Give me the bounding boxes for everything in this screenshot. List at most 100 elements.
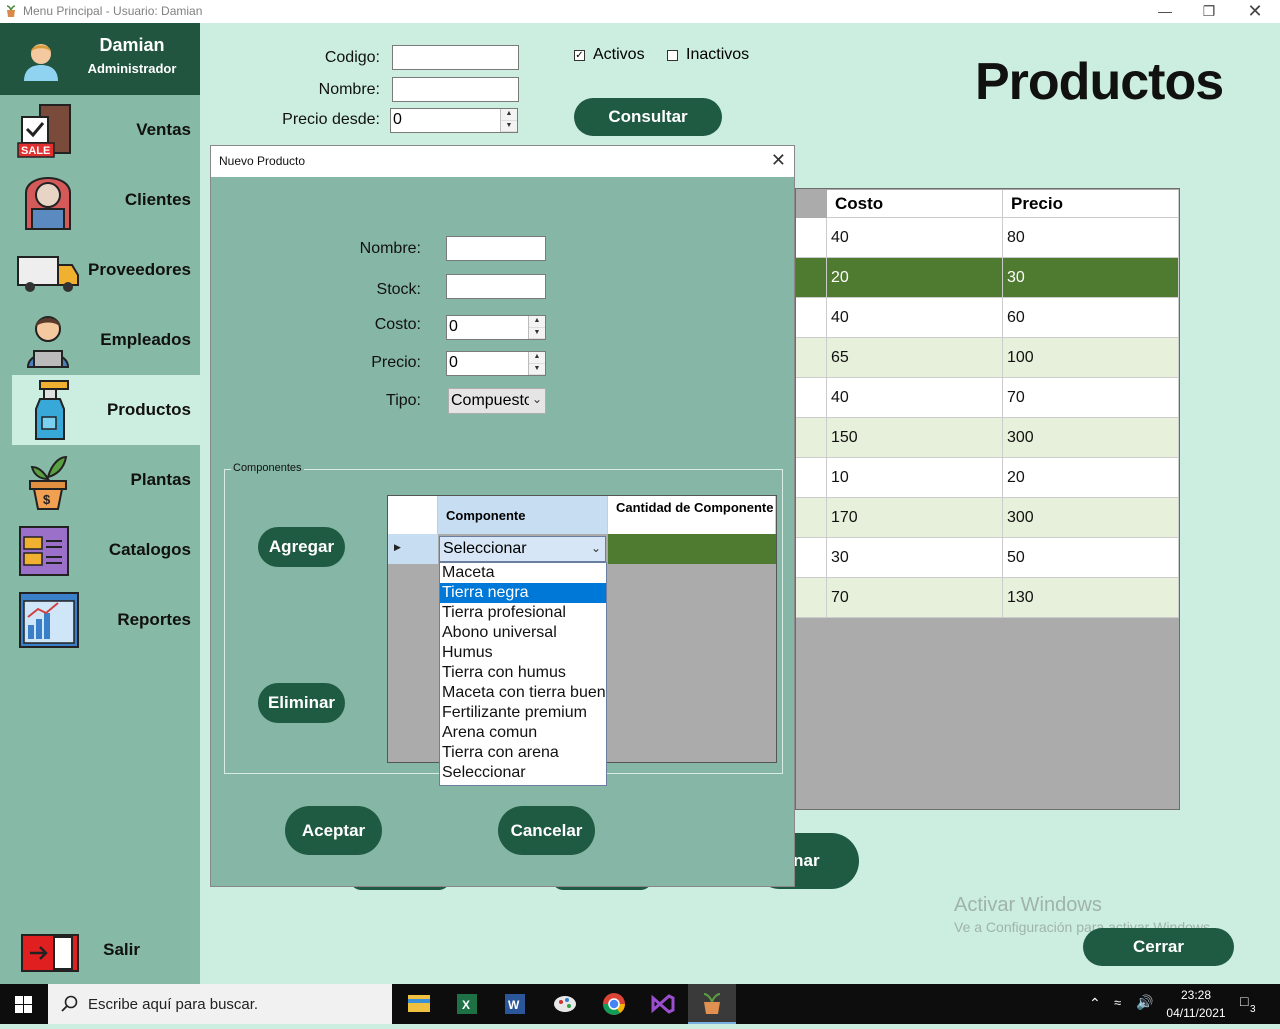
up-arrow-icon[interactable]: ▲ — [529, 352, 545, 364]
dropdown-option[interactable]: Fertilizante premium — [440, 703, 606, 723]
dropdown-option[interactable]: Humus — [440, 643, 606, 663]
dropdown-option[interactable]: Tierra con arena — [440, 743, 606, 763]
stepper-arrows[interactable]: ▲ ▼ — [528, 352, 545, 375]
row-header[interactable] — [796, 578, 827, 618]
taskbar-search[interactable]: Escribe aquí para buscar. — [48, 984, 392, 1024]
column-header-costo[interactable]: Costo — [827, 190, 1003, 218]
up-arrow-icon[interactable]: ▲ — [501, 109, 517, 121]
wifi-icon[interactable]: ≈ — [1114, 995, 1121, 1010]
word-icon[interactable]: W — [491, 984, 539, 1024]
clock-time[interactable]: 23:28 — [1176, 988, 1216, 1002]
consultar-button[interactable]: Consultar — [574, 98, 722, 136]
sidebar-item-productos[interactable]: Productos — [12, 375, 200, 445]
dropdown-option[interactable]: Tierra negra — [440, 583, 606, 603]
clock-date[interactable]: 04/11/2021 — [1161, 1006, 1231, 1020]
column-header-precio[interactable]: Precio — [1003, 190, 1179, 218]
file-explorer-icon[interactable] — [395, 984, 443, 1024]
dialog-nombre-input[interactable] — [446, 236, 546, 261]
cell-costo[interactable]: 20 — [827, 258, 1003, 298]
stepper-arrows[interactable]: ▲ ▼ — [528, 316, 545, 339]
cancelar-button[interactable]: Cancelar — [498, 806, 595, 855]
componente-combo[interactable]: Seleccionar ⌄ — [439, 536, 606, 562]
sidebar-item-reportes[interactable]: Reportes — [12, 585, 200, 655]
up-arrow-icon[interactable]: ▲ — [529, 316, 545, 328]
sidebar-item-salir[interactable]: Salir — [12, 915, 200, 985]
volume-icon[interactable]: 🔊 — [1136, 994, 1153, 1011]
dropdown-option[interactable]: Maceta con tierra buen — [440, 683, 606, 703]
row-header[interactable] — [796, 298, 827, 338]
excel-icon[interactable]: X — [443, 984, 491, 1024]
activos-checkbox[interactable]: ✓ — [574, 50, 585, 61]
cell-costo[interactable]: 150 — [827, 418, 1003, 458]
row-header[interactable] — [796, 258, 827, 298]
sidebar-item-proveedores[interactable]: Proveedores — [12, 235, 200, 305]
row-header[interactable] — [796, 378, 827, 418]
cell-costo[interactable]: 40 — [827, 298, 1003, 338]
minimize-button[interactable]: — — [1142, 0, 1188, 23]
windows-start-icon[interactable] — [15, 996, 32, 1013]
dialog-stock-input[interactable] — [446, 274, 546, 299]
precio-desde-stepper[interactable]: 0 ▲ ▼ — [390, 108, 518, 133]
cell-precio[interactable]: 70 — [1003, 378, 1179, 418]
cell-precio[interactable]: 20 — [1003, 458, 1179, 498]
chevron-up-icon[interactable]: ⌃ — [1089, 995, 1101, 1012]
dropdown-option[interactable]: Maceta — [440, 563, 606, 583]
dialog-precio-stepper[interactable]: 0 ▲ ▼ — [446, 351, 546, 376]
down-arrow-icon[interactable]: ▼ — [501, 120, 517, 132]
row-header[interactable] — [796, 498, 827, 538]
cerrar-button[interactable]: Cerrar — [1083, 928, 1234, 966]
visual-studio-icon[interactable] — [639, 984, 687, 1024]
paint-icon[interactable] — [541, 984, 589, 1024]
down-arrow-icon[interactable]: ▼ — [529, 363, 545, 375]
row-header[interactable] — [796, 218, 827, 258]
row-header[interactable] — [796, 338, 827, 378]
sidebar-item-clientes[interactable]: Clientes — [12, 165, 200, 235]
cell-precio[interactable]: 30 — [1003, 258, 1179, 298]
dropdown-option[interactable]: Tierra profesional — [440, 603, 606, 623]
row-header[interactable] — [796, 538, 827, 578]
cell-costo[interactable]: 10 — [827, 458, 1003, 498]
eliminar-button[interactable]: Eliminar — [258, 683, 345, 723]
down-arrow-icon[interactable]: ▼ — [529, 327, 545, 339]
sidebar-item-empleados[interactable]: Empleados — [12, 305, 200, 375]
stepper-arrows[interactable]: ▲ ▼ — [500, 109, 517, 132]
row-header[interactable]: ▶ — [388, 534, 438, 564]
plant-app-icon[interactable] — [688, 984, 736, 1024]
cell-precio[interactable]: 60 — [1003, 298, 1179, 338]
dropdown-option[interactable]: Seleccionar — [440, 763, 606, 783]
dropdown-option[interactable]: Arena comun — [440, 723, 606, 743]
inactivos-checkbox[interactable] — [667, 50, 678, 61]
aceptar-button[interactable]: Aceptar — [285, 806, 382, 855]
cell-precio[interactable]: 300 — [1003, 498, 1179, 538]
cell-precio[interactable]: 50 — [1003, 538, 1179, 578]
sidebar-item-catalogos[interactable]: Catalogos — [12, 515, 200, 585]
cell-precio[interactable]: 300 — [1003, 418, 1179, 458]
cell-costo[interactable]: 40 — [827, 218, 1003, 258]
chrome-icon[interactable] — [590, 984, 638, 1024]
sidebar-item-ventas[interactable]: SALE Ventas — [12, 95, 200, 165]
dropdown-option[interactable]: Abono universal — [440, 623, 606, 643]
row-header[interactable] — [796, 458, 827, 498]
close-icon[interactable]: ✕ — [771, 150, 786, 171]
dropdown-option[interactable]: Tierra con humus — [440, 663, 606, 683]
restore-button[interactable]: ❐ — [1186, 0, 1232, 23]
dialog-costo-stepper[interactable]: 0 ▲ ▼ — [446, 315, 546, 340]
cell-costo[interactable]: 30 — [827, 538, 1003, 578]
cell-precio[interactable]: 100 — [1003, 338, 1179, 378]
cell-precio[interactable]: 80 — [1003, 218, 1179, 258]
nombre-input[interactable] — [392, 77, 519, 102]
agregar-button[interactable]: Agregar — [258, 527, 345, 567]
tipo-select[interactable]: Compuesto ⌄ — [448, 388, 546, 414]
notification-icon[interactable]: □ — [1240, 993, 1248, 1009]
cell-costo[interactable]: 170 — [827, 498, 1003, 538]
cantidad-cell[interactable] — [608, 534, 776, 564]
close-button[interactable]: ✕ — [1232, 0, 1278, 23]
sidebar-item-plantas[interactable]: $ Plantas — [12, 445, 200, 515]
codigo-input[interactable] — [392, 45, 519, 70]
cell-costo[interactable]: 70 — [827, 578, 1003, 618]
column-header-componente[interactable]: Componente — [438, 496, 608, 534]
cell-precio[interactable]: 130 — [1003, 578, 1179, 618]
cell-costo[interactable]: 40 — [827, 378, 1003, 418]
cell-costo[interactable]: 65 — [827, 338, 1003, 378]
column-header-cantidad[interactable]: Cantidad de Componente — [608, 496, 776, 534]
